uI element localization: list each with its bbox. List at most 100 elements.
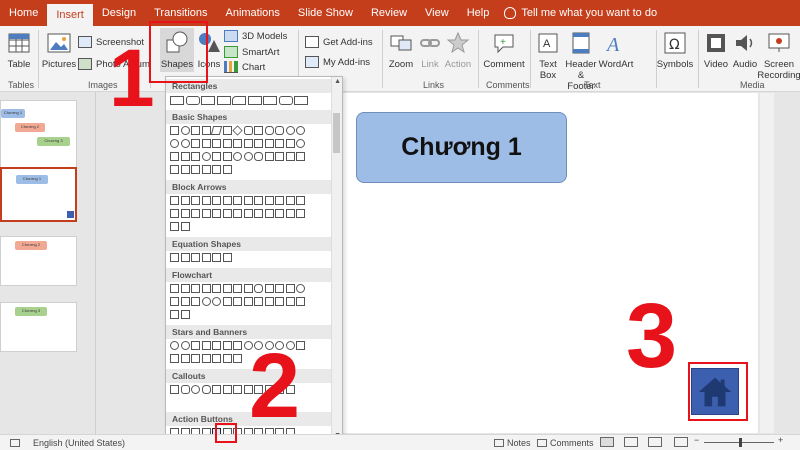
rectangle-shape[interactable]	[247, 96, 262, 105]
comments-button[interactable]: Comments	[550, 438, 594, 448]
block-arc-shape[interactable]	[180, 152, 190, 161]
diagonal-stripe-shape[interactable]	[233, 139, 242, 148]
heptagon-shape[interactable]	[264, 126, 274, 135]
zoom-out-icon[interactable]: −	[694, 435, 699, 445]
wave-shape[interactable]	[222, 354, 232, 363]
my-addins-button[interactable]: My Add-ins	[305, 56, 370, 68]
tab-help[interactable]: Help	[458, 0, 499, 26]
star-8-point-shape[interactable]	[233, 341, 242, 350]
decagon-shape[interactable]	[285, 126, 295, 135]
star-4-point-shape[interactable]	[191, 341, 200, 350]
tab-review[interactable]: Review	[362, 0, 416, 26]
slide-thumbnail-selected[interactable]: Chương 1	[0, 167, 77, 222]
curved-arrow-shape[interactable]	[180, 209, 190, 218]
link-button[interactable]: Link	[418, 30, 442, 70]
multiply-shape[interactable]	[191, 253, 200, 262]
half-frame-shape[interactable]	[212, 139, 221, 148]
wordart-button[interactable]: A WordArt	[599, 30, 634, 70]
slide-thumbnail[interactable]: Chương 3	[0, 302, 77, 352]
arc-shape[interactable]	[264, 152, 274, 161]
3d-models-button[interactable]: 3D Models	[224, 30, 287, 42]
screen-recording-button[interactable]: Screen Recording	[757, 30, 800, 81]
manual-operation-shape[interactable]	[285, 284, 295, 293]
alternate-process-shape[interactable]	[180, 284, 190, 293]
lightning-bolt-shape[interactable]	[222, 152, 232, 161]
card-shape[interactable]	[180, 297, 190, 306]
diamond-shape[interactable]	[232, 125, 243, 136]
quad-arrow-shape[interactable]	[233, 196, 242, 205]
text-box-shape[interactable]	[170, 126, 179, 135]
explosion-shape[interactable]	[180, 341, 190, 350]
callout-arrow-shape[interactable]	[275, 209, 284, 218]
explosion-shape[interactable]	[170, 341, 179, 350]
division-shape[interactable]	[201, 253, 211, 262]
rectangle-shape[interactable]	[263, 96, 277, 105]
chevron-shape[interactable]	[233, 209, 242, 218]
u-turn-arrow-shape[interactable]	[264, 196, 274, 205]
pictures-button[interactable]: Pictures	[42, 30, 76, 70]
bevel-shape[interactable]	[285, 139, 295, 148]
tab-view[interactable]: View	[416, 0, 458, 26]
tell-me-search[interactable]: Tell me what you want to do	[498, 7, 657, 19]
snip-rectangle-shape[interactable]	[201, 96, 215, 105]
plus-shape[interactable]	[170, 253, 179, 262]
moon-shape[interactable]	[243, 152, 253, 161]
curved-arrow-shape[interactable]	[191, 209, 200, 218]
line-callout-shape[interactable]	[233, 385, 242, 394]
extract-shape[interactable]	[243, 297, 253, 306]
comment-button[interactable]: + Comment	[482, 30, 526, 70]
parallelogram-shape[interactable]	[210, 126, 223, 135]
merge-shape[interactable]	[254, 297, 263, 306]
punched-tape-shape[interactable]	[191, 297, 200, 306]
chart-button[interactable]: Chart	[224, 61, 265, 73]
up-arrow-shape[interactable]	[191, 196, 200, 205]
not-equal-shape[interactable]	[222, 253, 232, 262]
star-5-point-shape[interactable]	[201, 341, 211, 350]
rectangular-callout-shape[interactable]	[170, 385, 179, 394]
chord-shape[interactable]	[180, 139, 190, 148]
summing-junction-shape[interactable]	[201, 297, 211, 306]
terminator-shape[interactable]	[254, 284, 263, 293]
process-shape[interactable]	[170, 284, 179, 293]
video-button[interactable]: Video	[702, 30, 730, 70]
pane-divider[interactable]	[95, 92, 96, 434]
magnetic-disk-shape[interactable]	[296, 297, 305, 306]
audio-button[interactable]: Audio	[732, 30, 758, 70]
get-addins-button[interactable]: Get Add-ins	[305, 36, 373, 48]
callout-arrow-shape[interactable]	[254, 209, 263, 218]
slide-sorter-icon[interactable]	[624, 437, 638, 447]
left-up-arrow-shape[interactable]	[275, 196, 284, 205]
callout-arrow-shape[interactable]	[170, 222, 179, 231]
gallery-scrollbar[interactable]: ▲ ▼	[331, 77, 342, 440]
display-shape[interactable]	[180, 310, 190, 319]
rounded-callout-shape[interactable]	[180, 385, 190, 394]
text-box-button[interactable]: A Text Box	[534, 30, 562, 81]
line-callout-shape[interactable]	[212, 385, 221, 394]
no-symbol-shape[interactable]	[170, 152, 179, 161]
reading-view-icon[interactable]	[648, 437, 662, 447]
data-shape[interactable]	[201, 284, 211, 293]
curved-arrow-shape[interactable]	[170, 209, 179, 218]
double-wave-shape[interactable]	[233, 354, 242, 363]
pentagon-arrow-shape[interactable]	[222, 209, 232, 218]
star-6-point-shape[interactable]	[212, 341, 221, 350]
left-arrow-shape[interactable]	[180, 196, 190, 205]
bent-up-arrow-shape[interactable]	[285, 196, 295, 205]
left-bracket-shape[interactable]	[296, 152, 305, 161]
collate-shape[interactable]	[222, 297, 232, 306]
slide-thumbnail[interactable]: Chương 1 Chương 2 Chương 3	[0, 100, 77, 170]
minus-shape[interactable]	[180, 253, 190, 262]
right-bracket-shape[interactable]	[170, 165, 179, 174]
plaque-shape[interactable]	[254, 139, 263, 148]
slide-thumbnail[interactable]: Chương 2	[0, 236, 77, 286]
cross-shape[interactable]	[243, 139, 253, 148]
right-arrow-shape[interactable]	[170, 196, 179, 205]
curved-ribbon-shape[interactable]	[180, 354, 190, 363]
or-shape[interactable]	[212, 297, 221, 306]
symbols-button[interactable]: Ω Symbols	[657, 30, 693, 70]
double-brace-shape[interactable]	[285, 152, 295, 161]
circular-arrow-shape[interactable]	[180, 222, 190, 231]
decision-shape[interactable]	[191, 284, 200, 293]
curved-arrow-shape[interactable]	[296, 196, 305, 205]
rectangle-shape[interactable]	[294, 96, 308, 105]
